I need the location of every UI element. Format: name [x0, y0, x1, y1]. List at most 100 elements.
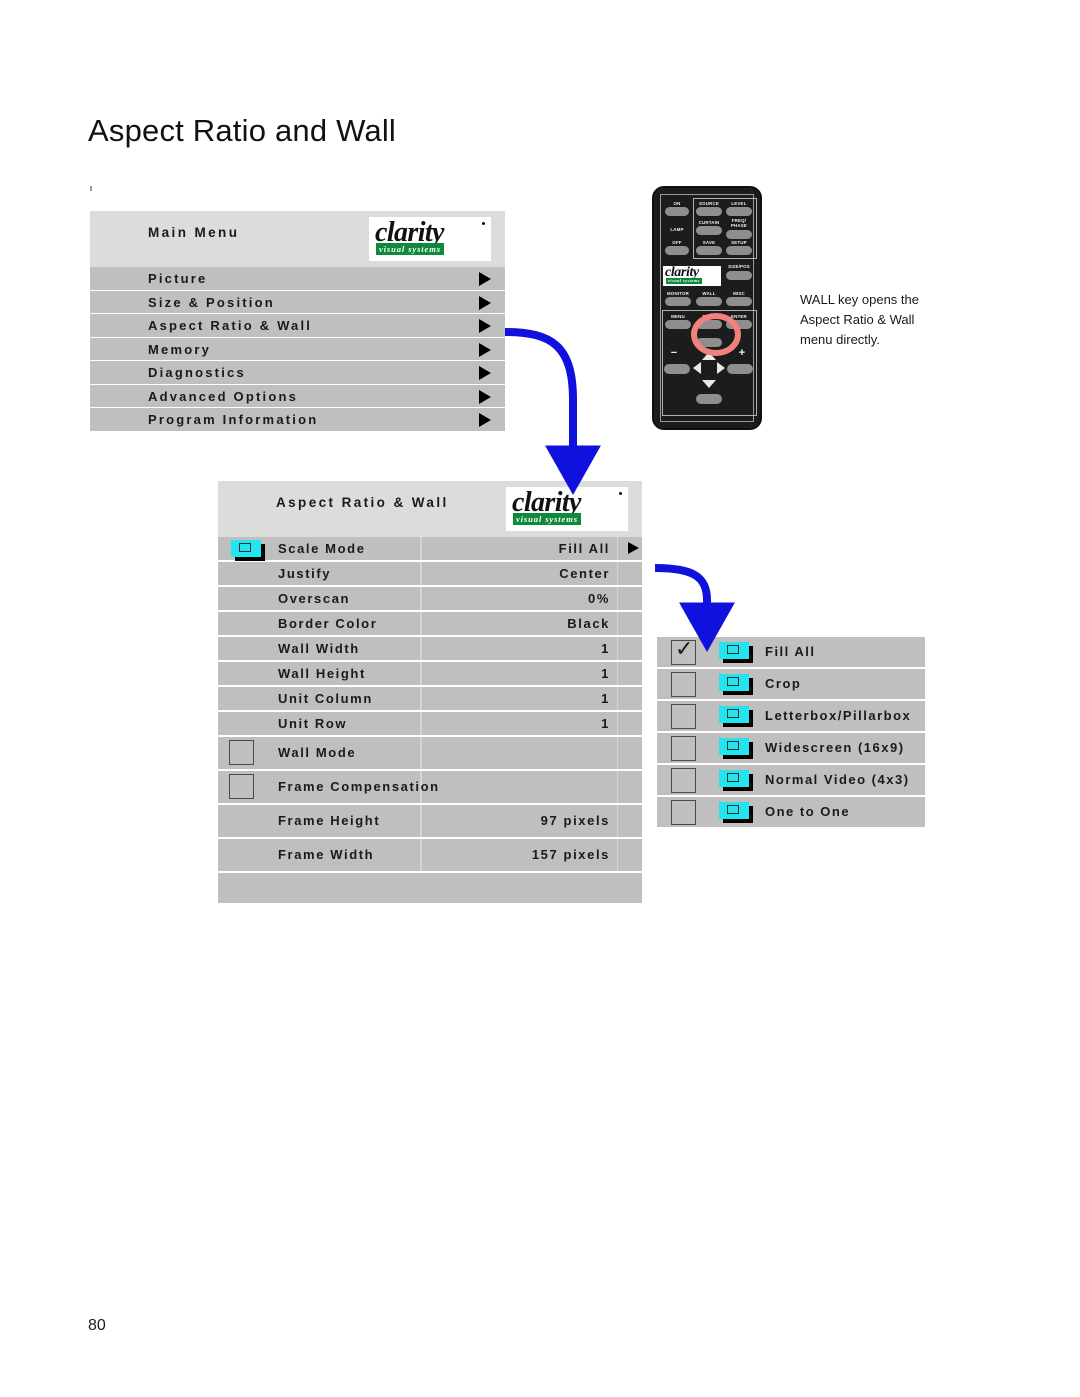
column-divider — [616, 612, 618, 635]
aspect-row-label: Scale Mode — [278, 541, 366, 556]
aspect-row-frame-compensation[interactable]: Frame Compensation — [218, 771, 642, 805]
aspect-panel-footer — [218, 873, 642, 903]
checked-checkbox-icon[interactable]: ✓ — [671, 637, 696, 665]
remote-button-monitor[interactable] — [665, 297, 691, 306]
main-menu-item-label: Memory — [148, 341, 212, 357]
aspect-row-scale-mode[interactable]: Scale Mode Fill All — [218, 537, 642, 562]
aspect-row-wall-height[interactable]: Wall Height 1 — [218, 662, 642, 687]
scale-mode-option-widescreen-16x9[interactable]: Widescreen (16x9) — [657, 733, 925, 765]
remote-button-setup[interactable] — [726, 246, 752, 255]
aspect-row-border-color[interactable]: Border Color Black — [218, 612, 642, 637]
remote-button-off[interactable] — [665, 246, 689, 255]
triangle-right-icon — [479, 295, 491, 310]
remote-label-source: SOURCE — [699, 201, 719, 206]
remote-button-minus[interactable] — [664, 364, 690, 374]
aspect-row-frame-height[interactable]: Frame Height 97 pixels — [218, 805, 642, 839]
scale-mode-option-normal-video-4x3[interactable]: Normal Video (4x3) — [657, 765, 925, 797]
scale-mode-option-fill-all[interactable]: ✓ Fill All — [657, 637, 925, 669]
main-menu-item-label: Program Information — [148, 412, 319, 427]
column-divider — [616, 839, 618, 871]
remote-button-misc[interactable] — [726, 297, 752, 306]
remote-label-misc: MISC — [733, 291, 745, 296]
remote-logo-tagline: visual systems — [666, 278, 702, 284]
aspect-row-unit-column[interactable]: Unit Column 1 — [218, 687, 642, 712]
remote-button-freq-phase[interactable] — [726, 230, 752, 239]
main-menu-header: Main Menu clarity visual systems — [90, 211, 505, 267]
triangle-right-icon — [479, 389, 491, 404]
empty-checkbox-icon[interactable] — [671, 800, 696, 825]
main-menu-item-label: Advanced Options — [148, 388, 299, 404]
aspect-row-wall-width[interactable]: Wall Width 1 — [218, 637, 642, 662]
aspect-row-frame-width[interactable]: Frame Width 157 pixels — [218, 839, 642, 873]
scale-mode-option-label: Crop — [765, 676, 802, 691]
aspect-panel-header: Aspect Ratio & Wall clarity visual syste… — [218, 481, 642, 537]
aspect-row-label: Overscan — [278, 591, 351, 606]
clarity-logo-dot — [619, 492, 622, 495]
column-divider — [420, 737, 422, 769]
triangle-right-icon — [628, 542, 639, 554]
column-divider — [420, 687, 422, 710]
remote-button-on[interactable] — [665, 207, 689, 216]
column-divider — [616, 587, 618, 610]
column-divider — [616, 562, 618, 585]
aspect-row-value: 157 pixels — [531, 847, 610, 862]
main-menu-item-aspect-ratio-wall[interactable]: Aspect Ratio & Wall — [90, 314, 505, 338]
main-menu-item-diagnostics[interactable]: Diagnostics — [90, 361, 505, 385]
column-divider — [420, 662, 422, 685]
scale-mode-option-one-to-one[interactable]: One to One — [657, 797, 925, 829]
screen-icon — [719, 674, 749, 691]
aspect-row-overscan[interactable]: Overscan 0% — [218, 587, 642, 612]
remote-button-source[interactable] — [696, 207, 722, 216]
scale-mode-option-label: One to One — [765, 804, 851, 819]
empty-checkbox-icon[interactable] — [229, 740, 254, 765]
main-menu-item-label: Size & Position — [148, 294, 275, 310]
clarity-logo: clarity visual systems — [506, 487, 628, 531]
aspect-row-unit-row[interactable]: Unit Row 1 — [218, 712, 642, 737]
highlight-ring — [691, 313, 741, 356]
screen-icon — [719, 770, 749, 787]
aspect-row-value: 1 — [601, 691, 610, 706]
aspect-settings-list: Scale Mode Fill All Justify Center Overscan 0… — [218, 537, 642, 873]
main-menu-item-memory[interactable]: Memory — [90, 337, 505, 361]
remote-button-menu[interactable] — [665, 320, 691, 329]
remote-clarity-logo: clarity visual systems — [663, 265, 721, 286]
main-menu-title: Main Menu — [148, 225, 240, 240]
scale-mode-option-letterbox-pillarbox[interactable]: Letterbox/Pillarbox — [657, 701, 925, 733]
screen-icon — [231, 540, 261, 557]
remote-button-plus[interactable] — [727, 364, 753, 374]
empty-checkbox-icon[interactable] — [671, 736, 696, 761]
empty-checkbox-icon[interactable] — [671, 704, 696, 729]
stray-mark — [90, 186, 92, 191]
clarity-logo: clarity visual systems — [369, 217, 491, 261]
column-divider — [420, 537, 422, 560]
remote-button-wall[interactable] — [696, 297, 722, 306]
remote-label-minus: − — [670, 347, 678, 359]
aspect-row-label: Wall Width — [278, 641, 360, 656]
remote-button-size-pos[interactable] — [726, 271, 752, 280]
main-menu-item-advanced-options[interactable]: Advanced Options — [90, 384, 505, 408]
aspect-row-label: Frame Compensation — [278, 779, 440, 794]
screen-icon — [719, 706, 749, 723]
empty-checkbox-icon[interactable] — [671, 768, 696, 793]
remote-button-down[interactable] — [696, 394, 722, 404]
scale-mode-option-label: Normal Video (4x3) — [765, 772, 910, 787]
main-menu-item-program-information[interactable]: Program Information — [90, 408, 505, 432]
column-divider — [420, 839, 422, 871]
aspect-row-label: Frame Width — [278, 847, 375, 862]
scale-mode-option-label: Letterbox/Pillarbox — [765, 708, 912, 723]
aspect-row-label: Unit Column — [278, 691, 373, 706]
aspect-row-justify[interactable]: Justify Center — [218, 562, 642, 587]
remote-button-level[interactable] — [726, 207, 752, 216]
arrow-main-to-aspect — [504, 328, 601, 495]
empty-checkbox-icon[interactable] — [671, 672, 696, 697]
empty-checkbox-icon[interactable] — [229, 774, 254, 799]
main-menu-item-picture[interactable]: Picture — [90, 267, 505, 291]
aspect-row-value: 1 — [601, 716, 610, 731]
aspect-row-label: Justify — [278, 566, 332, 581]
remote-button-curtain[interactable] — [696, 226, 722, 235]
scale-mode-option-crop[interactable]: Crop — [657, 669, 925, 701]
remote-button-save[interactable] — [696, 246, 722, 255]
aspect-row-wall-mode[interactable]: Wall Mode — [218, 737, 642, 771]
main-menu-item-size-position[interactable]: Size & Position — [90, 290, 505, 314]
column-divider — [420, 587, 422, 610]
